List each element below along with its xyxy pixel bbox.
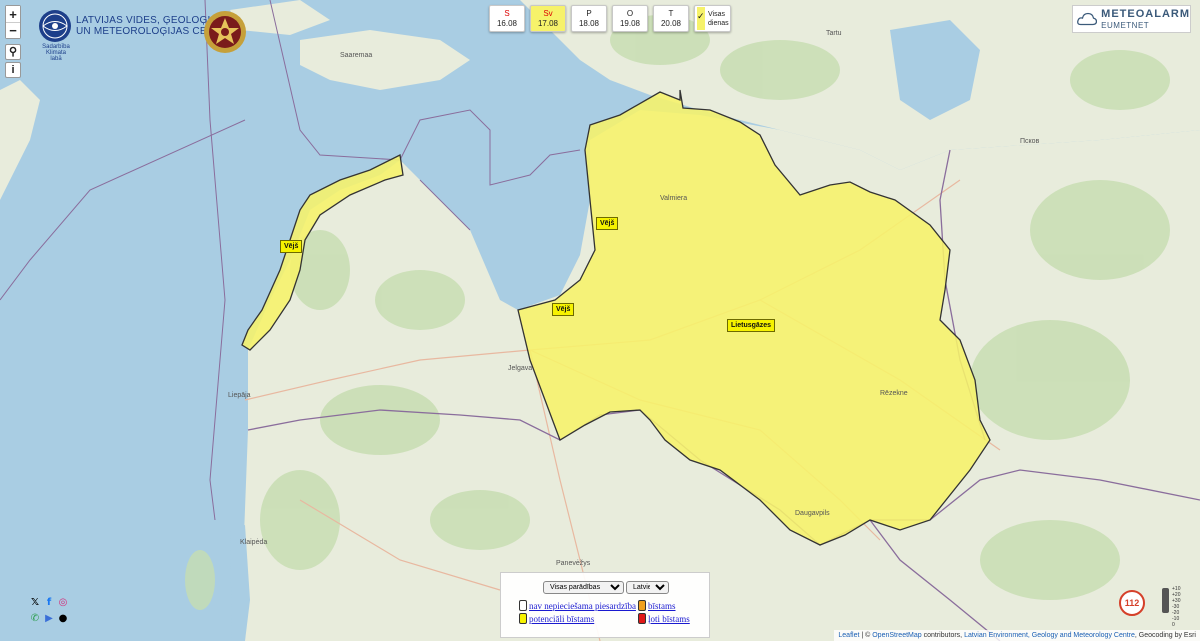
legend-item-dangerous[interactable]: bīstams — [638, 600, 676, 611]
day-tab-3[interactable]: O 19.08 — [612, 5, 648, 32]
day-selector: S 16.08 Sv 17.08 P 18.08 O 19.08 T 20.08… — [489, 5, 731, 32]
instagram-icon[interactable]: ◎ — [58, 597, 68, 609]
map-canvas[interactable]: Saaremaa Tartu Псков Jelgava Liepāja Kla… — [0, 0, 1200, 641]
temperature-scale-bar — [1162, 588, 1169, 613]
legend-swatch-red — [638, 613, 646, 624]
legend-panel: Visas parādības Latviešu nav nepieciešam… — [500, 572, 710, 638]
day-date: 17.08 — [537, 19, 559, 28]
legend-swatch-white — [519, 600, 527, 611]
warning-label-wind-riga[interactable]: Vējš — [552, 303, 575, 316]
zoom-control: + − — [5, 5, 21, 39]
legend-item-very-dangerous[interactable]: ļoti bīstams — [638, 613, 690, 624]
all-days-line1: Visas — [708, 10, 725, 18]
meteoalarm-logo[interactable]: METEOALARM EUMETNET — [1072, 5, 1191, 33]
all-days-label: Visas dienas — [708, 10, 729, 28]
day-date: 20.08 — [660, 19, 682, 28]
zoom-out-button[interactable]: − — [6, 22, 20, 38]
warning-label-wind-vidzeme[interactable]: Vējš — [596, 217, 619, 230]
facebook-icon[interactable]: f — [44, 597, 54, 609]
x-twitter-icon[interactable]: 𝕏 — [30, 597, 40, 609]
place-daugavpils: Daugavpils — [795, 510, 830, 517]
osm-link[interactable]: OpenStreetMap — [872, 632, 921, 639]
cloud-icon — [1077, 12, 1098, 26]
day-name: O — [626, 9, 634, 18]
day-date: 16.08 — [496, 19, 518, 28]
legend-label: ļoti bīstams — [648, 613, 690, 624]
legend-swatch-yellow — [519, 613, 527, 624]
legend-label: potenciāli bīstams — [529, 613, 595, 624]
day-name: S — [504, 9, 510, 18]
place-panevezys: Panevėžys — [556, 560, 591, 567]
legend-item-potentially-dangerous[interactable]: potenciāli bīstams — [519, 613, 594, 624]
meteoalarm-text: METEOALARM EUMETNET — [1101, 8, 1190, 30]
apple-icon[interactable]: ● — [58, 613, 68, 625]
day-date: 18.08 — [578, 19, 600, 28]
emergency-112-button[interactable]: 112 — [1119, 590, 1145, 616]
legend-swatch-orange — [638, 600, 646, 611]
warning-label-showers[interactable]: Lietusgāzes — [727, 319, 776, 332]
phone-app-icon[interactable]: ✆ — [30, 613, 40, 625]
day-date: 19.08 — [619, 19, 641, 28]
legend-label: nav nepieciešama piesardzība — [529, 600, 636, 611]
info-icon[interactable]: i — [5, 62, 21, 78]
day-name: P — [586, 9, 592, 18]
place-liepaja: Liepāja — [228, 392, 251, 399]
meteoalarm-title: METEOALARM — [1101, 8, 1190, 20]
all-days-toggle[interactable]: ✓ Visas dienas — [694, 5, 731, 32]
search-icon[interactable]: ⚲ — [5, 44, 21, 60]
temperature-scale-ticks: +10 +20 +30 -30 -20 -10 0 — [1172, 586, 1180, 628]
day-tab-2[interactable]: P 18.08 — [571, 5, 607, 32]
place-valmiera: Valmiera — [660, 195, 687, 202]
place-pskov: Псков — [1020, 138, 1040, 145]
attribution-text: , Geocoding by Esri — [1134, 632, 1196, 639]
lvgmc-tagline: Sadarbība Klimata labā — [42, 44, 70, 62]
attribution-text: contributors, — [921, 632, 965, 639]
warning-label-wind-coast[interactable]: Vējš — [280, 240, 303, 253]
day-tab-0[interactable]: S 16.08 — [489, 5, 525, 32]
attribution-sep: | © — [859, 632, 873, 639]
language-select[interactable]: Latviešu — [626, 581, 669, 594]
lvgmc-link[interactable]: Latvian Environment, Geology and Meteoro… — [964, 632, 1135, 639]
place-rezekne: Rēzekne — [880, 390, 908, 397]
legend-item-no-caution[interactable]: nav nepieciešama piesardzība — [519, 600, 636, 611]
day-tab-1[interactable]: Sv 17.08 — [530, 5, 566, 32]
emblem-logo — [202, 9, 248, 60]
all-days-checkbox[interactable]: ✓ — [697, 7, 705, 30]
place-saaremaa: Saaremaa — [340, 52, 372, 59]
map-attribution: Leaflet | © OpenStreetMap contributors, … — [834, 630, 1200, 641]
google-play-icon[interactable]: ▶ — [44, 613, 54, 625]
social-links: 𝕏 f ◎ ✆ ▶ ● — [30, 597, 78, 629]
checkmark-icon: ✓ — [697, 12, 705, 22]
day-tab-4[interactable]: T 20.08 — [653, 5, 689, 32]
scale-tick: 0 — [1172, 622, 1175, 628]
zoom-in-button[interactable]: + — [6, 6, 20, 22]
meteoalarm-sub: EUMETNET — [1101, 21, 1150, 30]
legend-label: bīstams — [648, 600, 676, 611]
lvgmc-globe-icon — [39, 10, 71, 42]
place-klaipeda: Klaipėda — [240, 539, 267, 546]
day-name: Sv — [543, 9, 553, 18]
place-jelgava: Jelgava — [508, 365, 532, 372]
day-name: T — [668, 9, 674, 18]
all-days-line2: dienas — [708, 19, 729, 27]
place-tartu: Tartu — [826, 30, 842, 37]
phenomena-filter-select[interactable]: Visas parādības — [543, 581, 624, 594]
leaflet-link[interactable]: Leaflet — [838, 632, 859, 639]
coat-of-arms-icon — [204, 11, 246, 53]
